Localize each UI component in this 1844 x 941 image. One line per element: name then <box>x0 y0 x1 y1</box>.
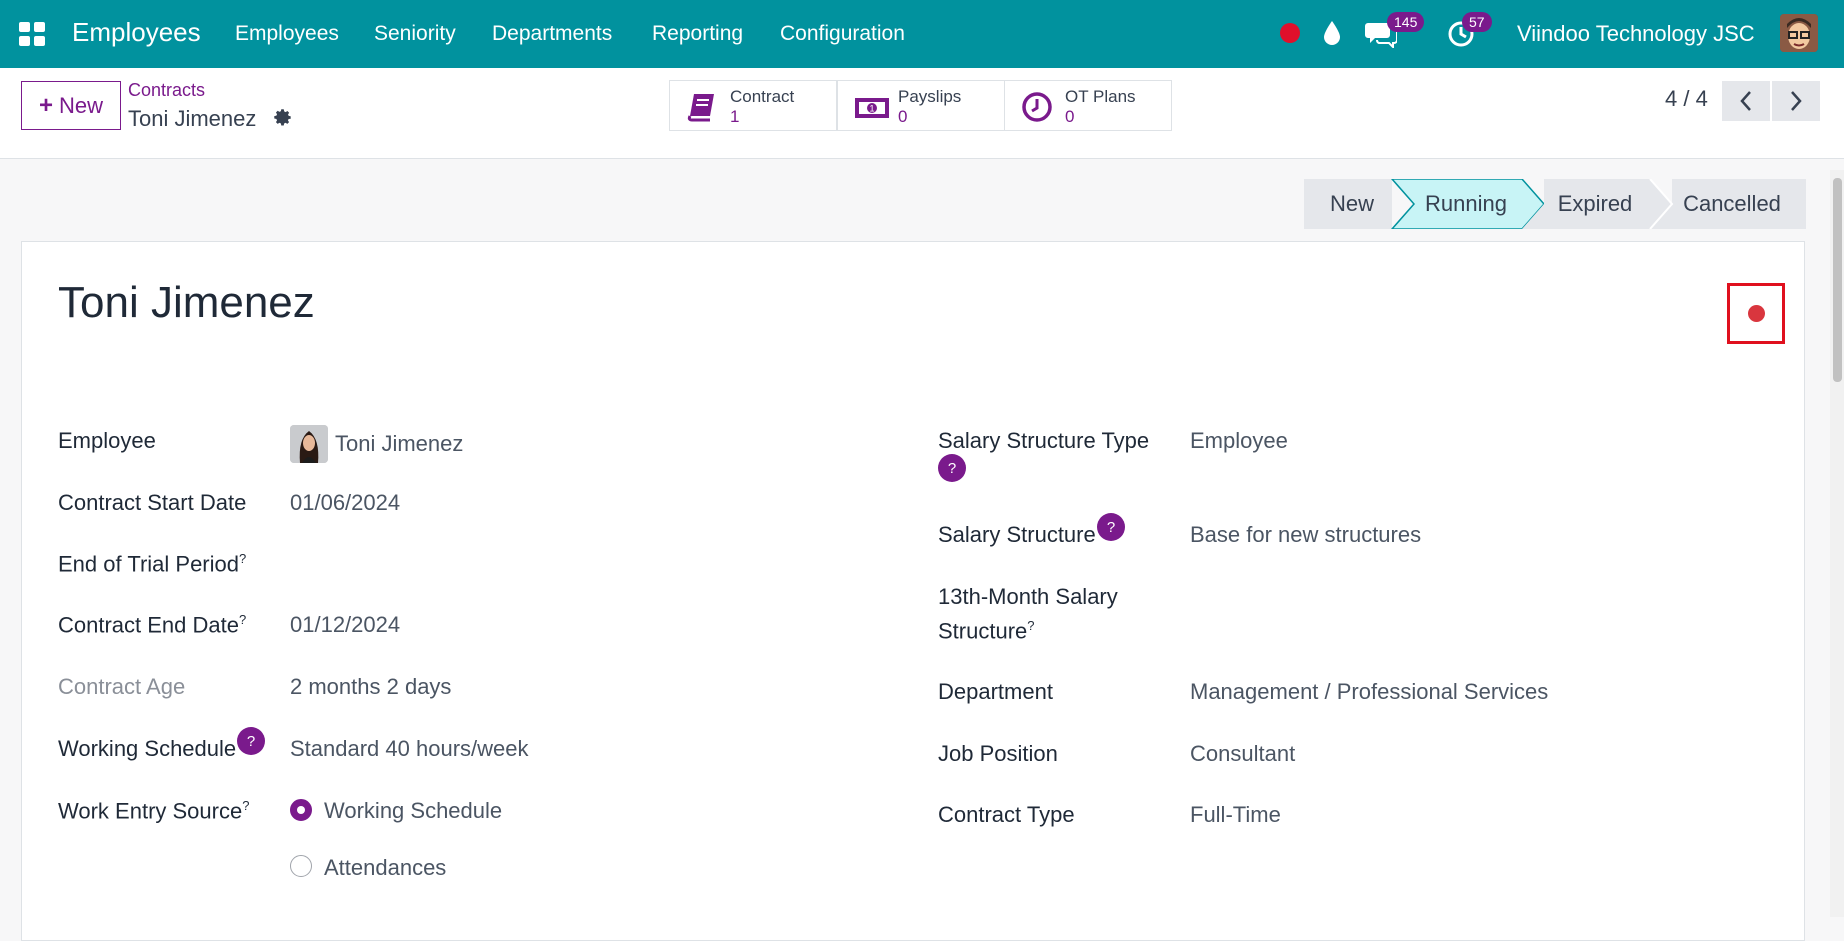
stage-cancelled[interactable]: Cancelled <box>1670 179 1794 229</box>
droplet-icon[interactable] <box>1322 20 1342 46</box>
gear-icon[interactable] <box>272 107 293 128</box>
help-icon[interactable]: ? <box>938 454 966 482</box>
contract-type-value[interactable]: Full-Time <box>1190 802 1281 828</box>
pager-value[interactable]: 4 / 4 <box>1665 86 1708 112</box>
app-title[interactable]: Employees <box>72 17 201 48</box>
messages-badge: 145 <box>1387 12 1425 32</box>
contract-age-label: Contract Age <box>58 674 186 699</box>
money-icon: 1 <box>855 98 889 118</box>
activities-badge: 57 <box>1462 12 1492 32</box>
tooltip-marker[interactable]: ? <box>242 798 249 813</box>
payslips-smart-value: 0 <box>898 107 908 126</box>
clock-icon <box>1022 92 1052 122</box>
trial-end-label: End of Trial Period? <box>58 551 247 577</box>
ot-plans-smart-value: 0 <box>1065 107 1075 126</box>
job-position-label: Job Position <box>938 741 1058 766</box>
contract-age-value: 2 months 2 days <box>290 674 452 699</box>
breadcrumb-contracts[interactable]: Contracts <box>128 80 205 101</box>
stage-new[interactable]: New <box>1304 179 1400 229</box>
contract-smart-button[interactable]: Contract 1 <box>669 80 837 131</box>
contract-smart-value: 1 <box>730 107 740 126</box>
structure-label: Salary Structure <box>938 522 1096 547</box>
work-entry-schedule-label[interactable]: Working Schedule <box>324 798 502 824</box>
tooltip-marker[interactable]: ? <box>239 612 246 627</box>
employee-value[interactable]: Toni Jimenez <box>335 431 463 457</box>
month13-label-line1: 13th-Month Salary <box>938 584 1118 609</box>
chevron-right-icon <box>1791 91 1802 111</box>
svg-text:1: 1 <box>869 104 874 114</box>
contract-smart-label: Contract <box>730 87 795 106</box>
form-sheet <box>21 241 1805 941</box>
contract-type-label: Contract Type <box>938 802 1075 827</box>
nav-employees[interactable]: Employees <box>235 22 339 46</box>
book-icon <box>687 94 714 122</box>
work-entry-label: Work Entry Source? <box>58 798 250 824</box>
status-dot-icon <box>1747 305 1765 322</box>
apps-menu-icon[interactable] <box>19 22 45 46</box>
breadcrumb-current: Toni Jimenez <box>128 106 257 131</box>
help-icon[interactable]: ? <box>237 727 265 755</box>
working-schedule-label: Working Schedule <box>58 736 237 761</box>
payslips-smart-label: Payslips <box>898 87 962 106</box>
payslips-smart-button[interactable]: 1 Payslips 0 <box>837 80 1005 131</box>
month13-label-line2: Structure? <box>938 618 1035 644</box>
pager-previous-button[interactable] <box>1722 81 1770 121</box>
nav-departments[interactable]: Departments <box>492 22 612 46</box>
structure-value[interactable]: Base for new structures <box>1190 522 1421 548</box>
department-label: Department <box>938 679 1053 704</box>
start-date-value[interactable]: 01/06/2024 <box>290 490 400 516</box>
job-position-value[interactable]: Consultant <box>1190 741 1295 767</box>
company-switcher[interactable]: Viindoo Technology JSC <box>1517 21 1755 47</box>
work-entry-schedule-radio[interactable] <box>290 799 312 821</box>
user-avatar[interactable] <box>1780 14 1818 52</box>
stage-expired[interactable]: Expired <box>1534 179 1656 229</box>
kanban-state-button[interactable] <box>1727 283 1785 344</box>
pager-next-button[interactable] <box>1772 81 1820 121</box>
tooltip-marker[interactable]: ? <box>239 551 246 566</box>
scrollbar-thumb[interactable] <box>1833 178 1842 382</box>
record-title[interactable]: Toni Jimenez <box>58 278 315 328</box>
start-date-label: Contract Start Date <box>58 490 247 515</box>
work-entry-attendances-label[interactable]: Attendances <box>324 855 446 881</box>
end-date-value[interactable]: 01/12/2024 <box>290 612 400 638</box>
plus-icon: + <box>38 91 53 119</box>
ot-plans-smart-button[interactable]: OT Plans 0 <box>1004 80 1172 131</box>
new-button-label: New <box>59 92 104 118</box>
chevron-left-icon <box>1740 91 1751 111</box>
ot-plans-smart-label: OT Plans <box>1065 87 1136 106</box>
top-navbar: Employees Employees Seniority Department… <box>0 0 1844 68</box>
help-icon[interactable]: ? <box>1097 513 1125 541</box>
end-date-label: Contract End Date? <box>58 612 247 638</box>
work-entry-attendances-radio[interactable] <box>290 855 312 877</box>
nav-reporting[interactable]: Reporting <box>652 22 743 46</box>
employee-label: Employee <box>58 428 156 453</box>
new-button[interactable]: + New <box>21 81 121 130</box>
nav-seniority[interactable]: Seniority <box>374 22 456 46</box>
working-schedule-value[interactable]: Standard 40 hours/week <box>290 736 529 762</box>
structure-type-label: Salary Structure Type <box>938 428 1150 453</box>
nav-configuration[interactable]: Configuration <box>780 22 905 46</box>
structure-type-value[interactable]: Employee <box>1190 428 1288 454</box>
tooltip-marker[interactable]: ? <box>1027 618 1034 633</box>
department-value[interactable]: Management / Professional Services <box>1190 679 1548 705</box>
employee-avatar <box>290 425 328 463</box>
stage-running[interactable]: Running <box>1404 179 1528 229</box>
record-indicator-icon[interactable] <box>1280 23 1300 43</box>
